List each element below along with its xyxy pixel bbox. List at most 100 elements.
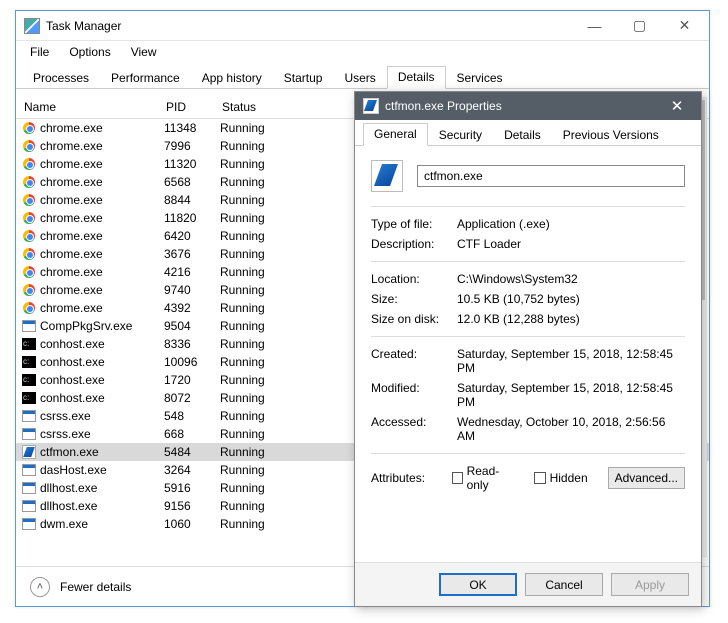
chrome-icon (22, 121, 36, 135)
filename-input[interactable] (417, 165, 685, 187)
apply-button[interactable]: Apply (611, 573, 689, 596)
process-pid: 668 (164, 427, 220, 441)
process-name: chrome.exe (40, 301, 103, 315)
checkbox-hidden[interactable]: Hidden (534, 471, 588, 485)
properties-title: ctfmon.exe Properties (385, 99, 657, 113)
exe-icon (22, 463, 36, 477)
chrome-icon (22, 157, 36, 171)
task-manager-icon (24, 18, 40, 34)
console-icon: c: (22, 355, 36, 369)
process-pid: 8072 (164, 391, 220, 405)
process-name: CompPkgSrv.exe (40, 319, 132, 333)
minimize-button[interactable]: — (572, 12, 617, 40)
process-status: Running (220, 499, 315, 513)
process-status: Running (220, 427, 315, 441)
process-name: chrome.exe (40, 283, 103, 297)
process-name: chrome.exe (40, 193, 103, 207)
value-type-of-file: Application (.exe) (457, 217, 685, 231)
tab-app-history[interactable]: App history (191, 67, 273, 89)
process-status: Running (220, 283, 315, 297)
process-pid: 3264 (164, 463, 220, 477)
menu-file[interactable]: File (22, 43, 57, 61)
ok-button[interactable]: OK (439, 573, 517, 596)
process-pid: 9504 (164, 319, 220, 333)
properties-close-button[interactable]: ✕ (657, 97, 697, 115)
label-modified: Modified: (371, 381, 457, 409)
close-button[interactable]: ✕ (662, 12, 707, 40)
checkbox-readonly[interactable]: Read-only (452, 464, 514, 492)
process-name: dwm.exe (40, 517, 88, 531)
process-status: Running (220, 409, 315, 423)
advanced-button[interactable]: Advanced... (608, 467, 685, 489)
menu-view[interactable]: View (123, 43, 165, 61)
process-status: Running (220, 265, 315, 279)
tab-processes[interactable]: Processes (22, 67, 100, 89)
process-name: conhost.exe (40, 355, 105, 369)
process-status: Running (220, 229, 315, 243)
process-name: dllhost.exe (40, 499, 97, 513)
label-size: Size: (371, 292, 457, 306)
col-status[interactable]: Status (220, 100, 315, 114)
process-pid: 10096 (164, 355, 220, 369)
label-location: Location: (371, 272, 457, 286)
ctfmon-icon (22, 445, 36, 459)
process-status: Running (220, 193, 315, 207)
value-description: CTF Loader (457, 237, 685, 251)
chrome-icon (22, 283, 36, 297)
checkbox-icon (534, 472, 546, 484)
fewer-details-link[interactable]: Fewer details (60, 580, 131, 594)
process-pid: 11320 (164, 157, 220, 171)
process-status: Running (220, 355, 315, 369)
tab-security[interactable]: Security (428, 124, 493, 146)
col-pid[interactable]: PID (164, 100, 220, 114)
process-name: csrss.exe (40, 427, 91, 441)
chrome-icon (22, 175, 36, 189)
chevron-up-icon[interactable]: ˄ (30, 577, 50, 597)
label-accessed: Accessed: (371, 415, 457, 443)
maximize-button[interactable]: ▢ (617, 12, 662, 40)
process-pid: 8336 (164, 337, 220, 351)
value-location: C:\Windows\System32 (457, 272, 685, 286)
exe-icon (22, 517, 36, 531)
process-name: chrome.exe (40, 265, 103, 279)
tab-previous-versions[interactable]: Previous Versions (552, 124, 670, 146)
tab-users[interactable]: Users (333, 67, 386, 89)
process-name: conhost.exe (40, 391, 105, 405)
properties-dialog: ctfmon.exe Properties ✕ General Security… (354, 91, 702, 607)
process-status: Running (220, 139, 315, 153)
process-pid: 1060 (164, 517, 220, 531)
ctfmon-icon (363, 98, 379, 114)
process-pid: 9156 (164, 499, 220, 513)
chrome-icon (22, 229, 36, 243)
process-status: Running (220, 463, 315, 477)
process-name: ctfmon.exe (40, 445, 99, 459)
process-status: Running (220, 481, 315, 495)
titlebar[interactable]: Task Manager — ▢ ✕ (16, 11, 709, 41)
menu-options[interactable]: Options (61, 43, 118, 61)
process-name: conhost.exe (40, 373, 105, 387)
chrome-icon (22, 265, 36, 279)
process-status: Running (220, 319, 315, 333)
col-name[interactable]: Name (22, 100, 164, 114)
tab-services[interactable]: Services (446, 67, 514, 89)
cancel-button[interactable]: Cancel (525, 573, 603, 596)
process-name: dllhost.exe (40, 481, 97, 495)
tab-details-props[interactable]: Details (493, 124, 552, 146)
process-name: chrome.exe (40, 175, 103, 189)
process-name: chrome.exe (40, 247, 103, 261)
process-status: Running (220, 445, 315, 459)
tab-general[interactable]: General (363, 123, 428, 146)
value-accessed: Wednesday, October 10, 2018, 2:56:56 AM (457, 415, 685, 443)
tab-startup[interactable]: Startup (273, 67, 334, 89)
chrome-icon (22, 301, 36, 315)
label-created: Created: (371, 347, 457, 375)
process-status: Running (220, 211, 315, 225)
chrome-icon (22, 139, 36, 153)
window-title: Task Manager (46, 19, 572, 33)
process-status: Running (220, 121, 315, 135)
tab-details[interactable]: Details (387, 66, 446, 89)
tab-performance[interactable]: Performance (100, 67, 191, 89)
properties-titlebar[interactable]: ctfmon.exe Properties ✕ (355, 92, 701, 120)
process-name: dasHost.exe (40, 463, 107, 477)
process-pid: 5484 (164, 445, 220, 459)
